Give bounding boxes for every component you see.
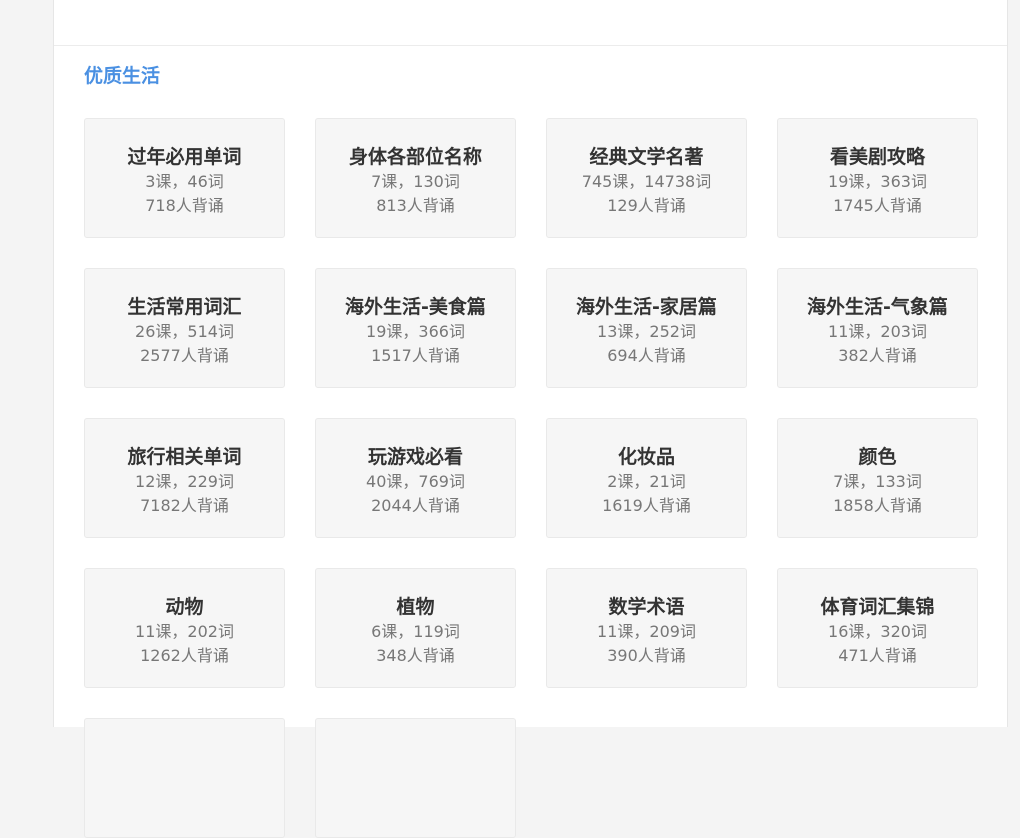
card-title: 看美剧攻略 <box>829 146 925 168</box>
divider <box>54 45 1007 46</box>
card-stats: 11课，202词 <box>135 622 234 641</box>
card-title: 数学术语 <box>608 596 685 618</box>
card-learners: 348人背诵 <box>376 646 455 665</box>
wordbook-card[interactable]: 旅行相关单词 12课，229词 7182人背诵 <box>84 418 285 538</box>
card-learners: 1517人背诵 <box>371 346 460 365</box>
card-stats: 13课，252词 <box>597 322 696 341</box>
card-stats: 6课，119词 <box>371 622 460 641</box>
card-stats: 745课，14738词 <box>581 172 712 191</box>
wordbook-card[interactable]: 生活常用词汇 26课，514词 2577人背诵 <box>84 268 285 388</box>
card-learners: 129人背诵 <box>607 196 686 215</box>
wordbook-card[interactable]: 颜色 7课，133词 1858人背诵 <box>777 418 978 538</box>
wordbook-grid: 过年必用单词 3课，46词 718人背诵 身体各部位名称 7课，130词 813… <box>84 118 979 838</box>
wordbook-card[interactable]: 海外生活-家居篇 13课，252词 694人背诵 <box>546 268 747 388</box>
wordbook-card[interactable]: 看美剧攻略 19课，363词 1745人背诵 <box>777 118 978 238</box>
card-title: 动物 <box>165 596 204 618</box>
card-stats: 40课，769词 <box>366 472 465 491</box>
card-stats: 12课，229词 <box>135 472 234 491</box>
card-title: 化妆品 <box>617 446 675 468</box>
card-stats: 26课，514词 <box>135 322 234 341</box>
card-title: 过年必用单词 <box>127 146 242 168</box>
card-stats: 3课，46词 <box>145 172 224 191</box>
card-learners: 1858人背诵 <box>833 496 922 515</box>
wordbook-card[interactable]: 植物 6课，119词 348人背诵 <box>315 568 516 688</box>
card-learners: 1619人背诵 <box>602 496 691 515</box>
card-title: 海外生活-美食篇 <box>345 296 486 318</box>
card-stats: 7课，130词 <box>371 172 460 191</box>
card-learners: 2044人背诵 <box>371 496 460 515</box>
card-title: 颜色 <box>858 446 897 468</box>
wordbook-card[interactable]: 海外生活-气象篇 11课，203词 382人背诵 <box>777 268 978 388</box>
card-title: 体育词汇集锦 <box>820 596 935 618</box>
card-title: 生活常用词汇 <box>127 296 242 318</box>
card-title: 玩游戏必看 <box>367 446 463 468</box>
wordbook-card[interactable]: 过年必用单词 3课，46词 718人背诵 <box>84 118 285 238</box>
wordbook-card[interactable]: 数学术语 11课，209词 390人背诵 <box>546 568 747 688</box>
wordbook-card[interactable]: 玩游戏必看 40课，769词 2044人背诵 <box>315 418 516 538</box>
wordbook-card[interactable]: 经典文学名著 745课，14738词 129人背诵 <box>546 118 747 238</box>
card-learners: 7182人背诵 <box>140 496 229 515</box>
card-learners: 694人背诵 <box>607 346 686 365</box>
card-learners: 382人背诵 <box>838 346 917 365</box>
wordbook-card[interactable] <box>84 718 285 838</box>
section-title: 优质生活 <box>84 65 161 87</box>
card-title: 植物 <box>396 596 435 618</box>
card-learners: 1262人背诵 <box>140 646 229 665</box>
card-stats: 2课，21词 <box>607 472 686 491</box>
wordbook-card[interactable]: 身体各部位名称 7课，130词 813人背诵 <box>315 118 516 238</box>
card-stats: 16课，320词 <box>828 622 927 641</box>
card-title: 海外生活-气象篇 <box>807 296 948 318</box>
card-learners: 718人背诵 <box>145 196 224 215</box>
card-title: 海外生活-家居篇 <box>576 296 717 318</box>
card-stats: 19课，363词 <box>828 172 927 191</box>
wordbook-card[interactable]: 化妆品 2课，21词 1619人背诵 <box>546 418 747 538</box>
wordbook-card[interactable]: 海外生活-美食篇 19课，366词 1517人背诵 <box>315 268 516 388</box>
wordbook-card[interactable]: 动物 11课，202词 1262人背诵 <box>84 568 285 688</box>
card-title: 身体各部位名称 <box>348 146 482 168</box>
content-panel: 优质生活 过年必用单词 3课，46词 718人背诵 身体各部位名称 7课，130… <box>53 0 1008 838</box>
card-learners: 813人背诵 <box>376 196 455 215</box>
card-stats: 11课，203词 <box>828 322 927 341</box>
card-title: 旅行相关单词 <box>127 446 242 468</box>
card-stats: 7课，133词 <box>833 472 922 491</box>
card-stats: 19课，366词 <box>366 322 465 341</box>
card-learners: 471人背诵 <box>838 646 917 665</box>
card-learners: 2577人背诵 <box>140 346 229 365</box>
wordbook-card[interactable]: 体育词汇集锦 16课，320词 471人背诵 <box>777 568 978 688</box>
card-stats: 11课，209词 <box>597 622 696 641</box>
card-learners: 1745人背诵 <box>833 196 922 215</box>
card-learners: 390人背诵 <box>607 646 686 665</box>
card-title: 经典文学名著 <box>589 146 704 168</box>
wordbook-card[interactable] <box>315 718 516 838</box>
